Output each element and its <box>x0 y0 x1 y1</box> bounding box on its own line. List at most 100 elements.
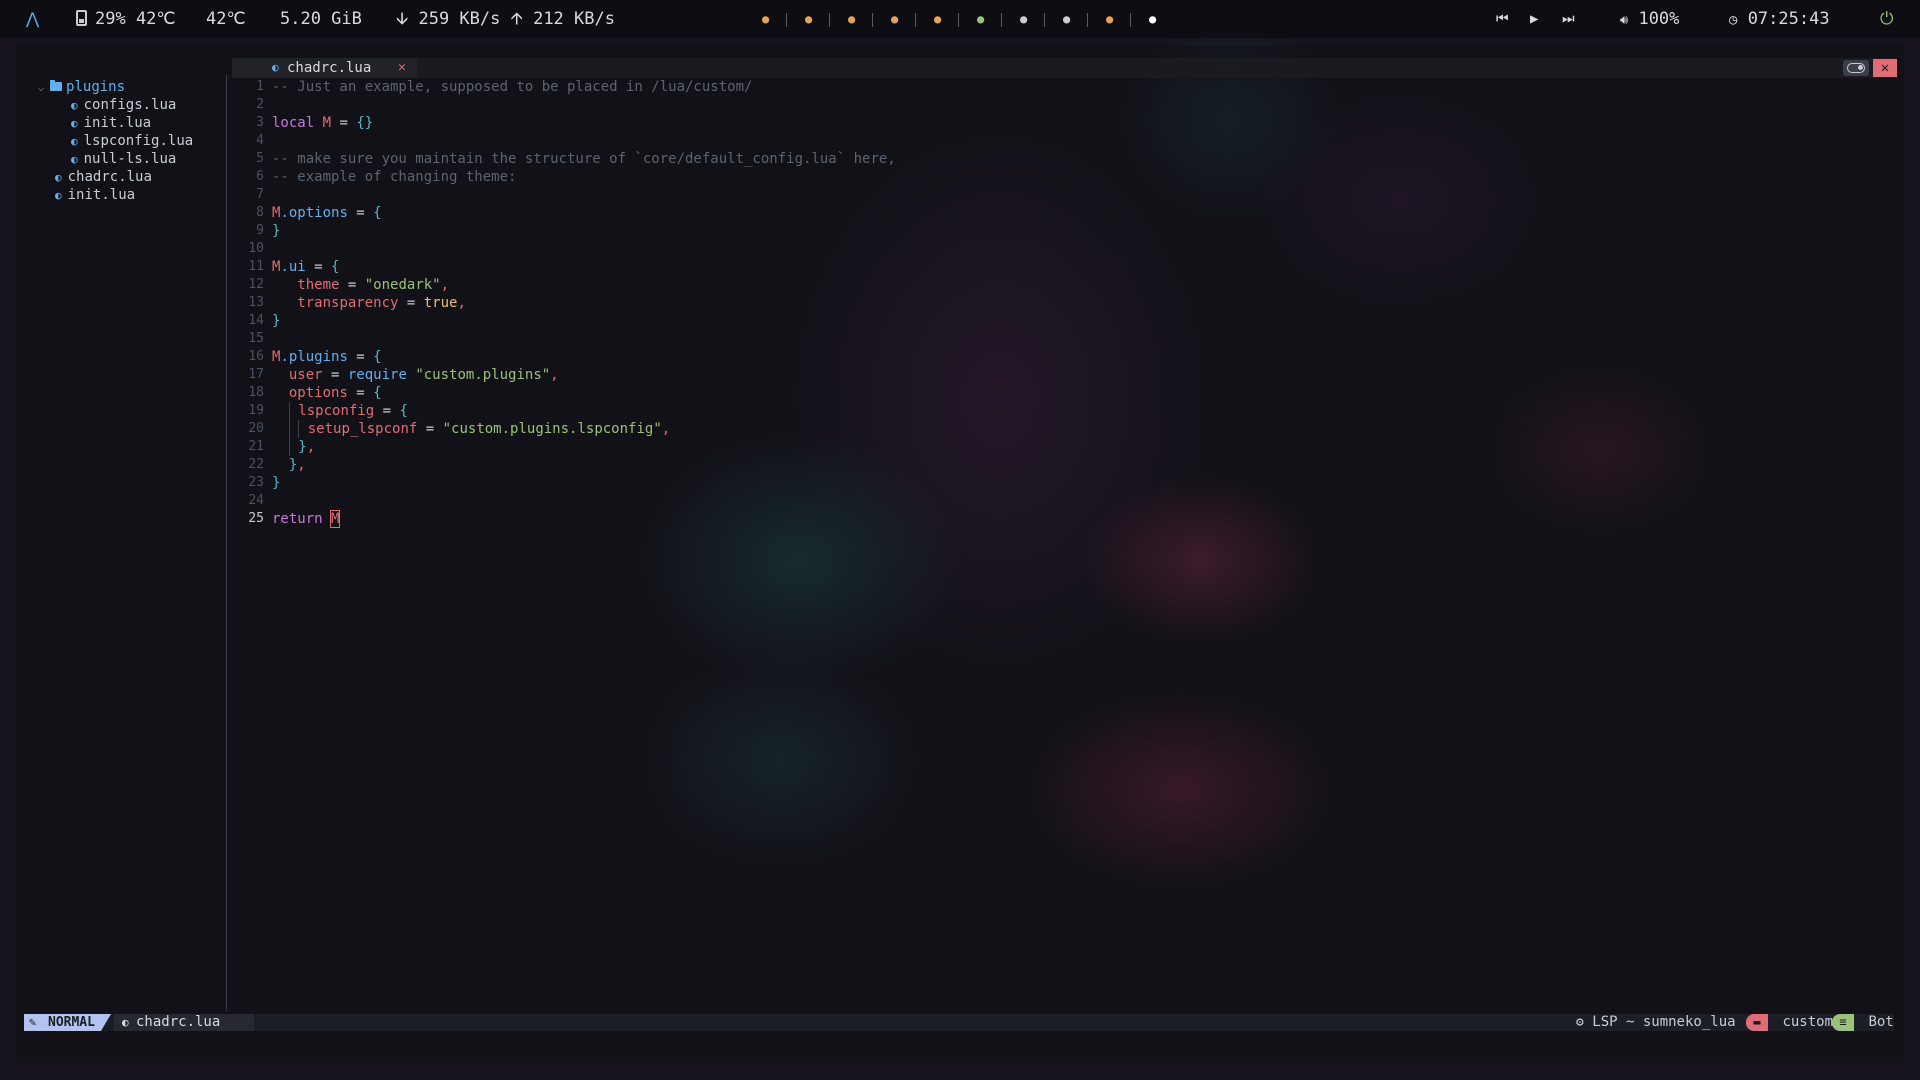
boolean: true <box>423 295 458 311</box>
operator: = <box>347 205 374 221</box>
net-up-text: 212 KB/s <box>533 9 615 29</box>
code-line: user = require "custom.plugins", <box>272 366 559 384</box>
line-number: 10 <box>248 241 264 256</box>
volume-text: 100% <box>1638 9 1680 29</box>
lua-icon: ◐ <box>272 61 279 74</box>
memory-usage: 5.20 GiB <box>280 9 362 29</box>
workspace-8[interactable]: ● <box>1063 0 1070 38</box>
mode-separator <box>101 1014 111 1031</box>
lines-icon: ≡ <box>1832 1014 1854 1031</box>
workspace-10[interactable]: ● <box>1149 0 1156 38</box>
workspace-dot: ● <box>762 12 770 26</box>
vim-mode-icon: ✎ <box>29 1015 37 1029</box>
cwd-text: custom <box>1782 1014 1834 1030</box>
code-line: M.plugins = { <box>272 348 382 366</box>
arch-icon[interactable]: ⋀ <box>26 0 39 38</box>
line-number: 19 <box>248 403 264 418</box>
workspace-dot: ● <box>1063 12 1071 26</box>
cpu-temp: 42℃ <box>206 9 246 29</box>
workspace-5[interactable]: ● <box>934 0 941 38</box>
code-line: } <box>272 312 280 330</box>
line-number: 20 <box>248 421 264 436</box>
keyword: return <box>272 511 323 527</box>
bracket: {} <box>356 115 374 131</box>
code-line: transparency = true, <box>272 294 466 312</box>
tree-file[interactable]: ◐ init.lua <box>71 114 151 132</box>
line-number: 13 <box>248 295 264 310</box>
code-comment: -- example of changing theme: <box>272 169 517 185</box>
tree-file-label: configs.lua <box>83 97 177 113</box>
top-bar: ⋀ 29% 42℃ 42℃ 5.20 GiB 🡫 259 KB/s 🡩 212 … <box>0 0 1920 38</box>
line-number: 2 <box>256 97 264 112</box>
next-track-icon[interactable]: ⏭ <box>1562 0 1575 38</box>
tree-file[interactable]: ◐ null-ls.lua <box>71 150 176 168</box>
field: .plugins <box>280 349 348 365</box>
field: .ui <box>280 259 306 275</box>
line-number: 8 <box>256 205 264 220</box>
code-line: }, <box>272 456 306 474</box>
key: user <box>288 367 323 383</box>
code-line: theme = "onedark", <box>272 276 449 294</box>
key: lspconfig <box>298 403 375 419</box>
key: setup_lspconf <box>307 421 418 437</box>
theme-toggle-icon[interactable] <box>1843 60 1869 76</box>
line-number: 9 <box>256 223 264 238</box>
lua-icon: ◐ <box>71 99 78 112</box>
workspace-dot: ● <box>934 12 942 26</box>
tab-chadrc[interactable]: ◐ chadrc.lua ✕ <box>232 58 417 78</box>
folder-icon: ▬ <box>1746 1014 1768 1031</box>
workspace-divider <box>1087 13 1088 27</box>
tree-file[interactable]: ◐ chadrc.lua <box>55 168 152 186</box>
workspace-divider <box>829 13 830 27</box>
workspace-7[interactable]: ● <box>1020 0 1027 38</box>
line-number: 1 <box>256 79 264 94</box>
statusline-file: ◐ chadrc.lua <box>114 1014 254 1031</box>
bracket: } <box>272 475 281 491</box>
line-number: 17 <box>248 367 264 382</box>
workspace-6[interactable]: ● <box>977 0 984 38</box>
field: .options <box>280 205 348 221</box>
file-tree: ⌵ plugins ◐ configs.lua ◐ init.lua ◐ lspconf… <box>21 75 227 1011</box>
power-icon[interactable]: ⏻ <box>1880 0 1893 38</box>
workspace-dot: ● <box>977 12 985 26</box>
code-line: setup_lspconf = "custom.plugins.lspconfi… <box>272 420 670 438</box>
lua-icon: ◐ <box>122 1016 129 1029</box>
code-editor[interactable]: 1 2 3 4 5 6 7 8 9 10 11 12 13 14 15 16 1… <box>232 78 1897 1013</box>
previous-track-icon[interactable]: ⏮ <box>1496 0 1509 38</box>
workspace-4[interactable]: ● <box>891 0 898 38</box>
line-number: 22 <box>248 457 264 472</box>
workspace-1[interactable]: ● <box>762 0 769 38</box>
close-tab-icon[interactable]: ✕ <box>398 58 406 78</box>
tree-file-label: init.lua <box>67 187 136 203</box>
text-cursor: M <box>329 510 341 528</box>
tree-folder-plugins[interactable]: ⌵ plugins <box>38 78 125 96</box>
workspace-9[interactable]: ● <box>1106 0 1113 38</box>
workspace-2[interactable]: ● <box>805 0 812 38</box>
identifier: M <box>322 115 332 131</box>
arrow-down-icon: 🡫 <box>396 9 409 29</box>
punctuation: , <box>457 295 466 311</box>
tree-file-label: lspconfig.lua <box>83 133 194 149</box>
close-window-icon[interactable]: ✕ <box>1873 59 1897 77</box>
workspace-dot: ● <box>848 12 856 26</box>
operator: = <box>417 421 443 437</box>
workspace-3[interactable]: ● <box>848 0 855 38</box>
line-number: 23 <box>248 475 264 490</box>
bracket: { <box>373 205 382 221</box>
tree-file[interactable]: ◐ configs.lua <box>71 96 176 114</box>
workspace-dot: ● <box>1149 12 1157 26</box>
lua-icon: ◐ <box>71 153 78 166</box>
volume-widget[interactable]: 🔊︎ 100% <box>1620 0 1679 38</box>
code-comment: -- Just an example, supposed to be place… <box>272 79 753 95</box>
bracket: { <box>373 385 382 401</box>
workspace-divider <box>1044 13 1045 27</box>
operator: = <box>331 115 357 131</box>
punctuation: , <box>297 457 306 473</box>
workspace-dot: ● <box>891 12 899 26</box>
play-icon[interactable]: ▶ <box>1530 0 1538 38</box>
workspace-dot: ● <box>1020 12 1028 26</box>
line-number: 15 <box>248 331 264 346</box>
function: require <box>347 367 407 383</box>
tree-file[interactable]: ◐ lspconfig.lua <box>71 132 193 150</box>
tree-file[interactable]: ◐ init.lua <box>55 186 135 204</box>
